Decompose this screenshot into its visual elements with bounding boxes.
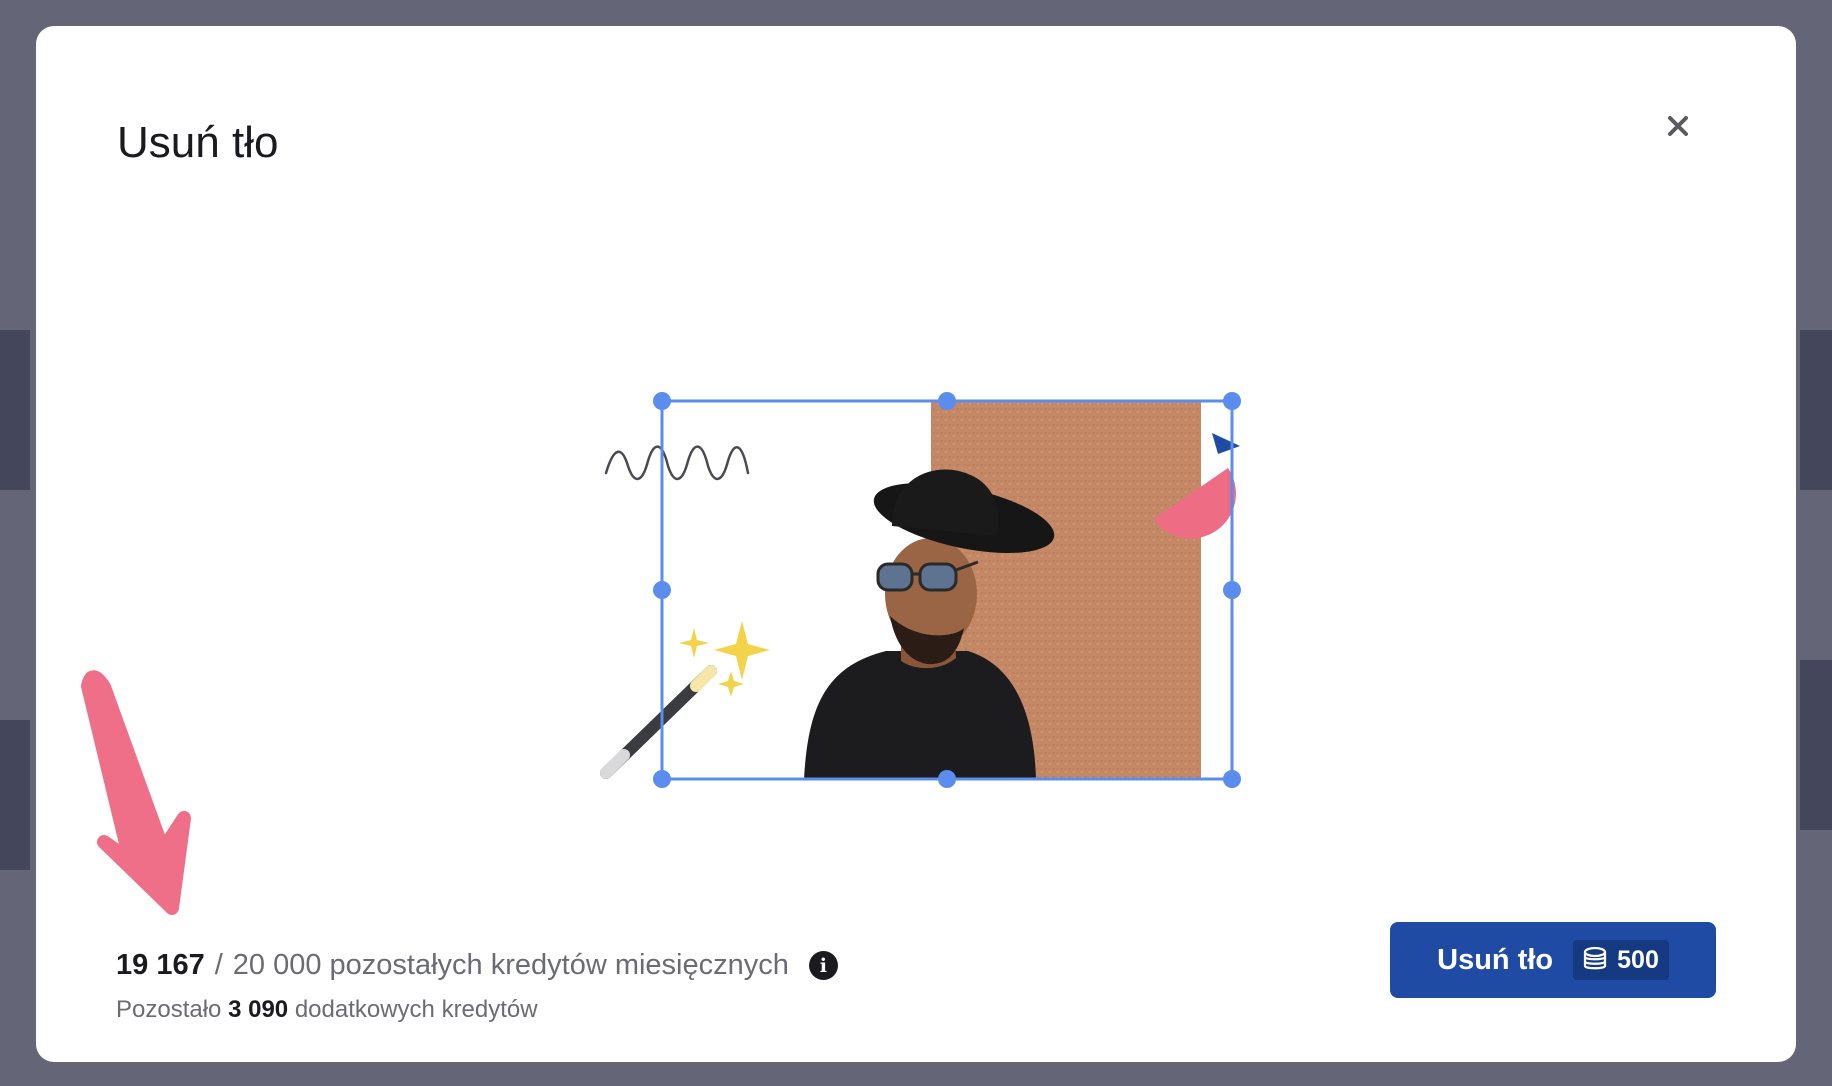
credits-used-value: 19 167	[116, 949, 205, 981]
background-removal-illustration	[600, 392, 1241, 788]
resize-handle[interactable]	[1223, 770, 1241, 788]
credits-total-text: 20 000 pozostałych kredytów miesięcznych	[232, 949, 789, 981]
monthly-credits-line: 19 167 / 20 000 pozostałych kredytów mie…	[116, 949, 838, 982]
extra-credits-amount: 3 090	[228, 996, 289, 1023]
resize-handle[interactable]	[1223, 392, 1241, 410]
extra-credits-suffix: dodatkowych kredytów	[294, 996, 538, 1023]
resize-handle[interactable]	[938, 392, 956, 410]
resize-handle[interactable]	[653, 581, 671, 599]
resize-handle[interactable]	[1223, 581, 1241, 599]
background-app-strip	[1800, 660, 1832, 830]
extra-credits-prefix: Pozostało	[116, 996, 222, 1023]
close-button[interactable]	[1656, 104, 1700, 148]
background-app-strip	[0, 330, 30, 490]
dialog-title: Usuń tło	[117, 118, 279, 167]
credit-cost-value: 500	[1617, 945, 1659, 974]
background-app-strip	[0, 720, 30, 870]
remove-background-button[interactable]: Usuń tło 500	[1390, 922, 1716, 998]
magic-wand-icon	[600, 621, 770, 779]
close-icon	[1668, 116, 1688, 136]
remove-background-button-label: Usuń tło	[1437, 943, 1554, 976]
remove-background-dialog: Usuń tło 19 167 / 20 000 pozostałych kre…	[36, 26, 1796, 1062]
background-app-strip	[1800, 330, 1832, 490]
squiggle-doodle	[604, 445, 750, 481]
blue-triangle-shape	[1212, 433, 1240, 454]
resize-handle[interactable]	[938, 770, 956, 788]
resize-handle[interactable]	[653, 392, 671, 410]
resize-handle[interactable]	[653, 770, 671, 788]
extra-credits-line: Pozostało 3 090 dodatkowych kredytów	[116, 996, 538, 1024]
info-icon[interactable]: i	[808, 951, 838, 980]
credits-separator: /	[214, 949, 223, 981]
coin-stack-icon	[1584, 946, 1607, 970]
credit-cost-badge: 500	[1573, 940, 1669, 980]
